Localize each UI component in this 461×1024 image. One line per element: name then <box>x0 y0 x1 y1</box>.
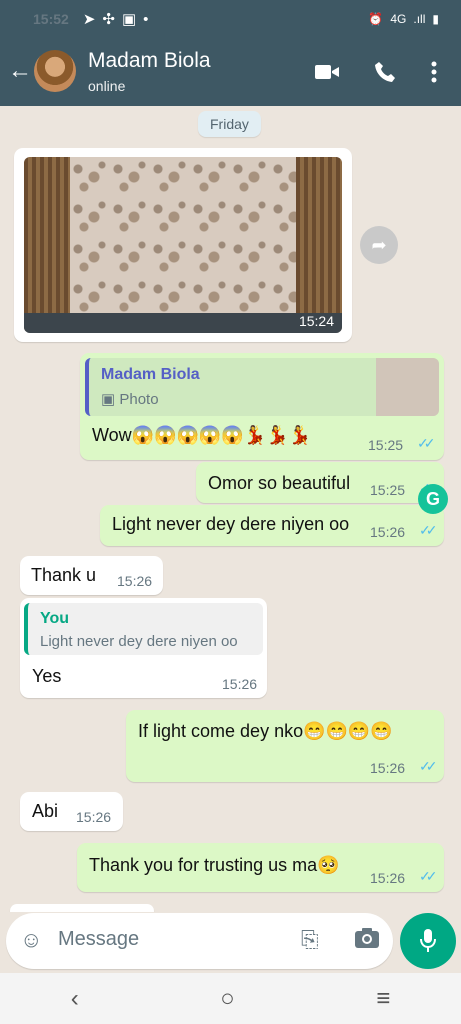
read-ticks-icon: ✓✓ <box>419 868 438 884</box>
message-time: 15:26 <box>76 809 112 825</box>
message-text: Wow😱😱😱😱😱💃💃💃 <box>92 425 311 445</box>
alarm-icon: ⏰ <box>368 12 384 26</box>
app-icon: ✣ <box>102 11 115 28</box>
quote-name: You <box>40 610 70 627</box>
voice-call-icon[interactable] <box>371 58 399 86</box>
message-time: 15:26 <box>222 676 258 692</box>
forward-icon[interactable]: ➦ <box>360 226 398 264</box>
attach-icon[interactable]: ⎘ <box>301 927 319 953</box>
message-time: 15:26 <box>117 573 153 589</box>
network-label: 4G <box>390 12 407 26</box>
day-chip: Friday <box>198 111 261 137</box>
message-bubble[interactable]: Thank you for trusting us ma🥺 15:26 ✓✓ <box>77 843 444 892</box>
message-text: Thank u <box>31 565 97 585</box>
contact-name[interactable]: Madam Biola <box>88 49 211 73</box>
nav-home-icon[interactable]: ○ <box>220 985 235 1013</box>
reply-message[interactable]: You Light never dey dere niyen oo Yes 15… <box>20 598 267 698</box>
back-arrow-icon[interactable]: ← <box>8 59 32 83</box>
message-input[interactable]: Message <box>58 928 139 951</box>
app-icon: ▣ <box>121 11 137 28</box>
quoted-message[interactable]: Madam Biola ▣ Photo <box>85 358 439 416</box>
message-bubble-partial[interactable] <box>10 904 154 912</box>
message-time: 15:26 <box>370 760 406 776</box>
message-time: 15:25 <box>370 482 406 498</box>
quoted-message[interactable]: You Light never dey dere niyen oo <box>24 603 263 655</box>
nav-back-icon[interactable]: ‹ <box>71 985 79 1013</box>
message-time: 15:26 <box>370 524 406 540</box>
mic-icon <box>420 929 436 952</box>
photo-icon: ▣ <box>101 391 116 408</box>
quote-text: Light never dey dere niyen oo <box>40 633 238 650</box>
quote-name: Madam Biola <box>101 366 200 383</box>
message-text: Omor so beautiful <box>208 473 351 493</box>
photo-message[interactable]: 15:24 <box>14 148 352 342</box>
video-call-icon[interactable] <box>313 58 341 86</box>
system-icons: ⏰ 4G .ıll ▮ <box>368 12 439 26</box>
status-time: 15:52 <box>33 11 69 27</box>
photo-thumbnail[interactable]: 15:24 <box>24 157 342 333</box>
camera-icon[interactable] <box>354 926 380 955</box>
photo-time: 15:24 <box>298 313 334 329</box>
message-bubble[interactable]: Abi 15:26 <box>20 792 123 831</box>
floor <box>24 313 342 333</box>
system-nav-bar: ‹ ○ ≡ <box>0 973 461 1024</box>
signal-icon: .ıll <box>413 12 426 26</box>
message-text: Thank you for trusting us ma🥺 <box>89 855 340 875</box>
dot-icon: • <box>143 10 149 28</box>
message-text: Yes <box>32 666 62 686</box>
message-bubble[interactable]: If light come dey nko😁😁😁😁 15:26 ✓✓ <box>126 710 444 782</box>
reply-message[interactable]: Madam Biola ▣ Photo Wow😱😱😱😱😱💃💃💃 15:25 ✓✓ <box>80 353 444 460</box>
nav-menu-icon[interactable]: ≡ <box>376 985 390 1013</box>
more-options-icon[interactable] <box>420 58 448 86</box>
avatar[interactable] <box>34 50 76 92</box>
presence-status: online <box>88 78 126 94</box>
chat-header: ← Madam Biola online <box>0 38 461 106</box>
battery-icon: ▮ <box>432 12 439 26</box>
wood-slats <box>296 157 342 331</box>
emoji-icon[interactable]: ☺ <box>20 927 42 953</box>
wood-slats <box>24 157 70 331</box>
quote-text: ▣ Photo <box>101 390 159 408</box>
message-bubble[interactable]: Light never dey dere niyen oo 15:26 ✓✓ <box>100 505 444 546</box>
read-ticks-icon: ✓✓ <box>417 435 436 451</box>
grammarly-icon[interactable]: G <box>418 484 448 514</box>
message-text: If light come dey nko😁😁😁😁 <box>138 721 393 741</box>
message-text: Abi <box>32 801 59 821</box>
status-bar: 15:52 ➤ ✣ ▣ • ⏰ 4G .ıll ▮ <box>0 0 461 38</box>
message-text: Light never dey dere niyen oo <box>112 514 350 534</box>
message-composer[interactable]: ☺ Message ⎘ <box>6 913 393 969</box>
message-time: 15:26 <box>370 870 406 886</box>
read-ticks-icon: ✓✓ <box>419 522 438 538</box>
quote-thumbnail <box>376 358 439 416</box>
telegram-icon: ➤ <box>82 11 96 28</box>
message-time: 15:25 <box>368 437 404 453</box>
notification-icons: ➤ ✣ ▣ • <box>82 10 149 29</box>
read-ticks-icon: ✓✓ <box>419 758 438 774</box>
message-bubble[interactable]: Omor so beautiful 15:25 ✓✓ <box>196 462 444 503</box>
message-bubble[interactable]: Thank u 15:26 <box>20 556 163 595</box>
chat-area[interactable]: Friday 15:24 ➦ Madam Biola ▣ Photo Wow😱😱… <box>0 106 461 912</box>
quote-label: Photo <box>119 391 159 408</box>
wallpaper <box>70 157 296 331</box>
mic-button[interactable] <box>400 913 456 969</box>
